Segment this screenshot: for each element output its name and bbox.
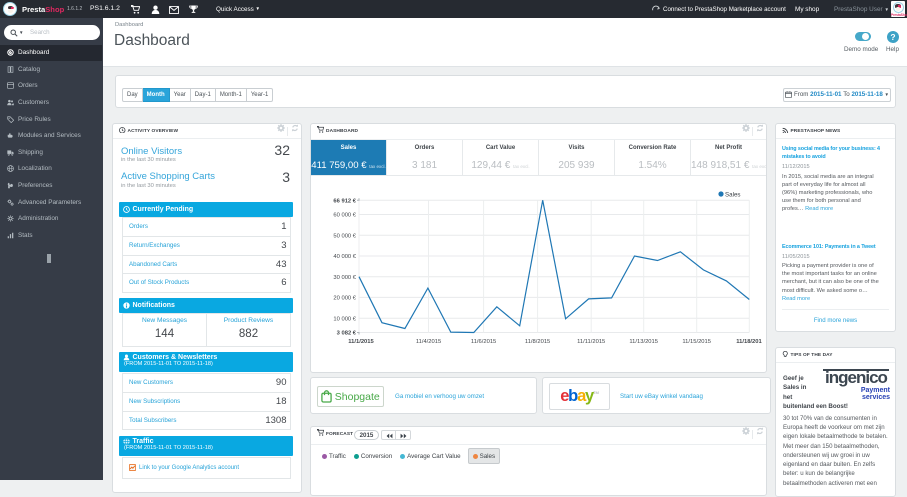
svg-text:60 000 €: 60 000 € (333, 213, 356, 219)
svg-text:50 000 €: 50 000 € (333, 234, 356, 240)
svg-text:11/4/2015: 11/4/2015 (416, 339, 441, 345)
svg-text:20 000 €: 20 000 € (333, 296, 356, 302)
svg-text:11/13/2015: 11/13/2015 (629, 339, 658, 345)
svg-text:11/11/2015: 11/11/2015 (577, 339, 605, 345)
svg-text:3 082 €: 3 082 € (337, 331, 357, 337)
svg-text:11/6/2015: 11/6/2015 (471, 339, 496, 345)
svg-text:11/8/2015: 11/8/2015 (525, 339, 550, 345)
svg-text:Sales: Sales (725, 192, 740, 199)
svg-text:11/15/2015: 11/15/2015 (682, 339, 711, 345)
svg-text:11/18/201: 11/18/201 (736, 339, 762, 345)
svg-text:66 912 €: 66 912 € (333, 198, 356, 204)
svg-text:30 000 €: 30 000 € (333, 275, 356, 281)
svg-text:11/1/2015: 11/1/2015 (348, 339, 374, 345)
svg-text:10 000 €: 10 000 € (333, 316, 356, 322)
svg-text:40 000 €: 40 000 € (333, 254, 356, 260)
